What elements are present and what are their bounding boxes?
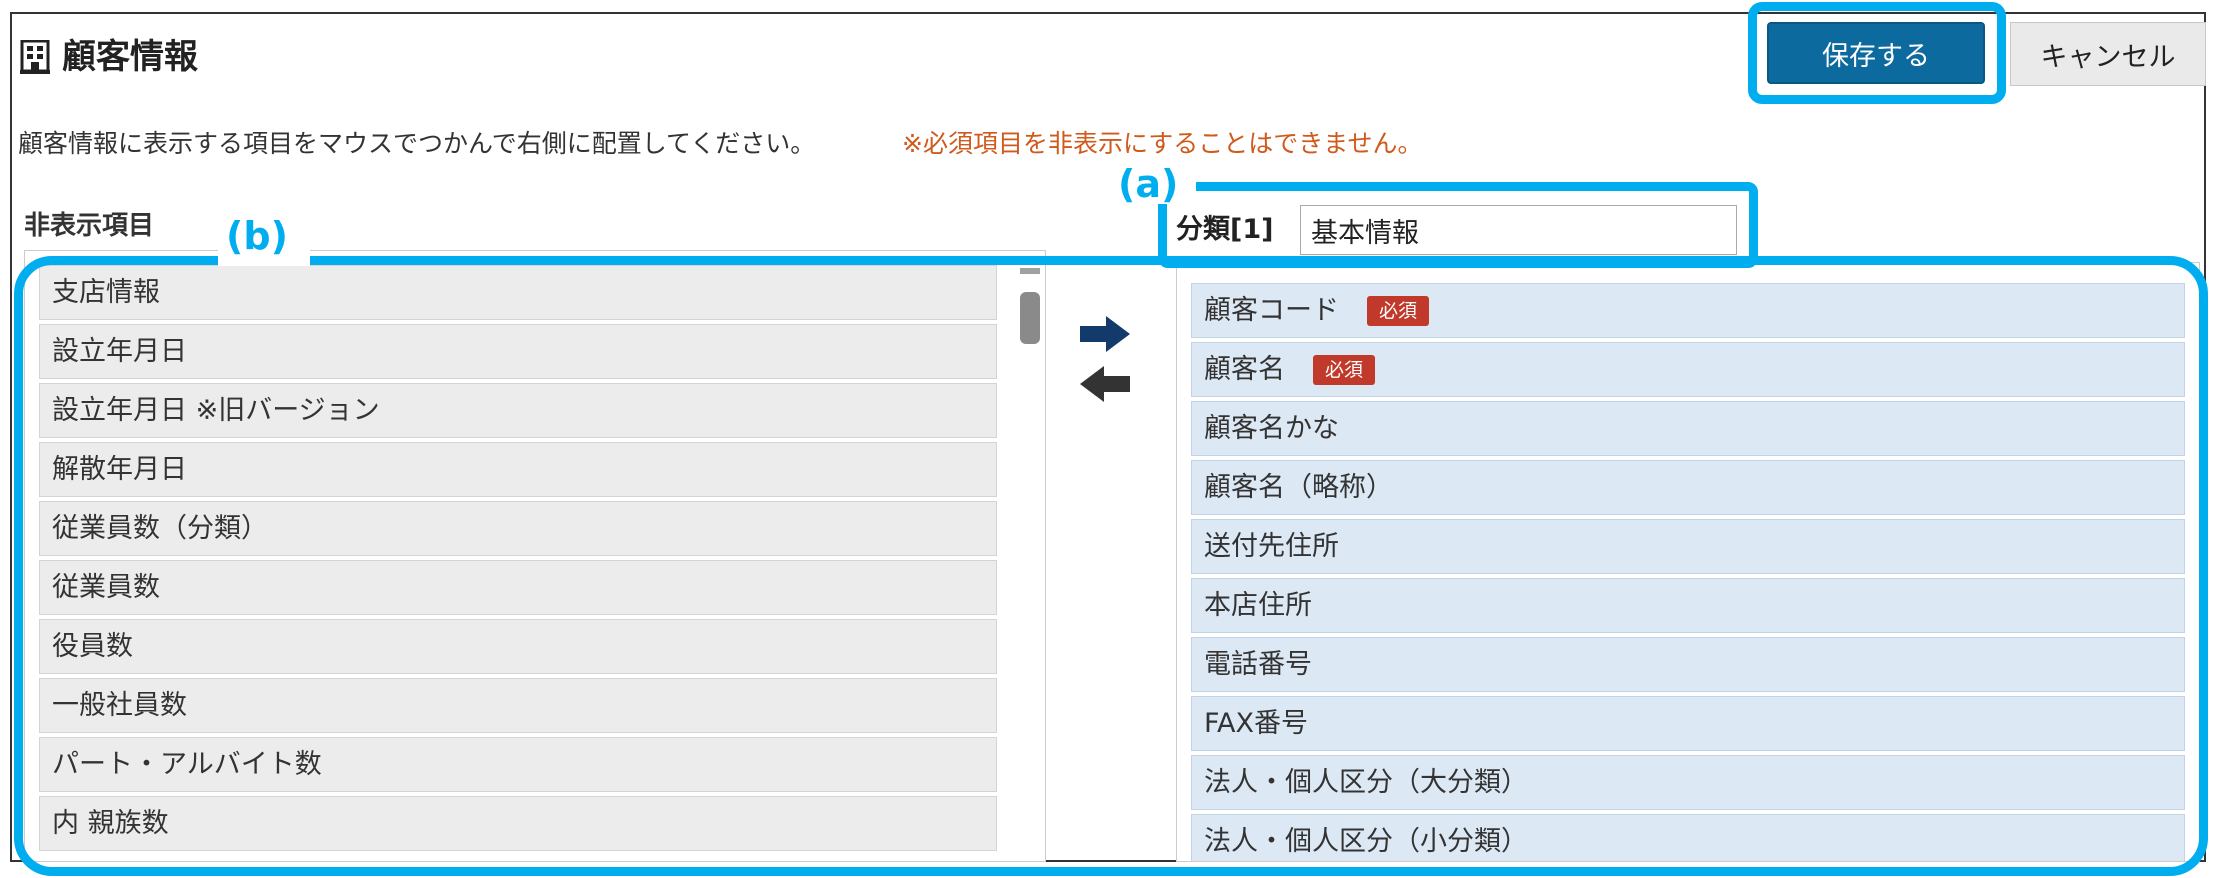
hidden-item[interactable]: 一般社員数 xyxy=(39,678,997,733)
hidden-item[interactable]: パート・アルバイト数 xyxy=(39,737,997,792)
building-icon xyxy=(20,40,50,74)
hidden-items-panel: 支店情報 設立年月日 設立年月日 ※旧バージョン 解散年月日 従業員数（分類） … xyxy=(24,250,1046,862)
visible-item[interactable]: 法人・個人区分（大分類） xyxy=(1191,755,2185,810)
visible-item-label: 電話番号 xyxy=(1204,649,1312,680)
visible-item[interactable]: 顧客名 必須 xyxy=(1191,342,2185,397)
category-label: 分類[1] xyxy=(1176,214,1274,245)
visible-item[interactable]: 電話番号 xyxy=(1191,637,2185,692)
arrow-left-icon[interactable] xyxy=(1078,364,1132,404)
visible-item[interactable]: 顧客コード 必須 xyxy=(1191,283,2185,338)
instruction-text: 顧客情報に表示する項目をマウスでつかんで右側に配置してください。 xyxy=(18,129,816,158)
visible-item-label: FAX番号 xyxy=(1204,708,1309,739)
visible-item-label: 顧客名かな xyxy=(1204,413,1339,444)
category-name-input[interactable] xyxy=(1300,205,1737,255)
visible-items-list: 顧客コード 必須 顧客名 必須 顧客名かな 顧客名（略称） 送付先住所 本店住所… xyxy=(1191,283,2185,861)
visible-item-label: 顧客名 xyxy=(1204,354,1285,385)
required-warning-text: ※必須項目を非表示にすることはできません。 xyxy=(902,129,1423,158)
hidden-item[interactable]: 内 親族数 xyxy=(39,796,997,851)
required-badge: 必須 xyxy=(1367,295,1430,326)
scrollbar-up-arrow[interactable] xyxy=(1020,268,1040,274)
visible-items-panel: 顧客コード 必須 顧客名 必須 顧客名かな 顧客名（略称） 送付先住所 本店住所… xyxy=(1176,262,2200,862)
visible-item-label: 法人・個人区分（小分類） xyxy=(1204,826,1528,857)
hidden-item[interactable]: 従業員数 xyxy=(39,560,997,615)
visible-item-label: 送付先住所 xyxy=(1204,531,1339,562)
visible-item[interactable]: 顧客名（略称） xyxy=(1191,460,2185,515)
scrollbar-thumb[interactable] xyxy=(1020,292,1040,344)
visible-item[interactable]: 本店住所 xyxy=(1191,578,2185,633)
visible-item[interactable]: 送付先住所 xyxy=(1191,519,2185,574)
hidden-items-heading: 非表示項目 xyxy=(24,211,155,241)
visible-item[interactable]: 法人・個人区分（小分類） xyxy=(1191,814,2185,861)
save-button[interactable]: 保存する xyxy=(1767,22,1985,84)
hidden-item[interactable]: 設立年月日 xyxy=(39,324,997,379)
hidden-items-list: 支店情報 設立年月日 設立年月日 ※旧バージョン 解散年月日 従業員数（分類） … xyxy=(39,265,997,855)
hidden-item[interactable]: 解散年月日 xyxy=(39,442,997,497)
hidden-item[interactable]: 支店情報 xyxy=(39,265,997,320)
visible-item[interactable]: 顧客名かな xyxy=(1191,401,2185,456)
page-title: 顧客情報 xyxy=(62,37,198,77)
visible-item[interactable]: FAX番号 xyxy=(1191,696,2185,751)
hidden-item[interactable]: 設立年月日 ※旧バージョン xyxy=(39,383,997,438)
required-badge: 必須 xyxy=(1313,354,1376,385)
cancel-button[interactable]: キャンセル xyxy=(2010,22,2206,86)
visible-item-label: 顧客コード xyxy=(1204,295,1339,326)
arrow-right-icon[interactable] xyxy=(1078,314,1132,354)
hidden-item[interactable]: 役員数 xyxy=(39,619,997,674)
visible-item-label: 法人・個人区分（大分類） xyxy=(1204,767,1528,798)
callout-marker-a: (a) xyxy=(1118,162,1179,206)
visible-item-label: 顧客名（略称） xyxy=(1204,472,1393,503)
hidden-item[interactable]: 従業員数（分類） xyxy=(39,501,997,556)
visible-item-label: 本店住所 xyxy=(1204,590,1312,621)
callout-marker-b: (b) xyxy=(226,214,288,258)
